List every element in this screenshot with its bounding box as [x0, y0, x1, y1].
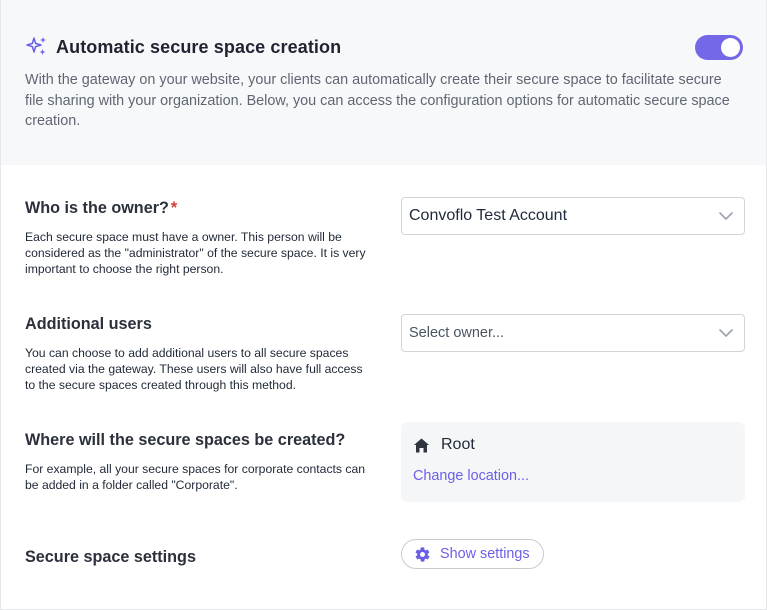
- show-settings-button[interactable]: Show settings: [401, 539, 544, 569]
- chevron-down-icon: [719, 329, 733, 337]
- owner-title-text: Who is the owner?: [25, 199, 169, 217]
- chevron-down-icon: [719, 212, 733, 220]
- additional-users-select[interactable]: Select owner...: [401, 314, 745, 352]
- owner-description: Each secure space must have a owner. Thi…: [25, 230, 366, 276]
- auto-creation-toggle[interactable]: [695, 35, 743, 60]
- secure-space-settings-panel: Automatic secure space creation With the…: [0, 0, 767, 610]
- settings-section: Secure space settings Show settings: [25, 539, 745, 569]
- owner-select-value: Convoflo Test Account: [409, 207, 568, 224]
- owner-section: Who is the owner? * Each secure space mus…: [25, 197, 745, 277]
- header-section: Automatic secure space creation With the…: [1, 0, 766, 165]
- required-mark: *: [170, 199, 178, 217]
- location-description: For example, all your secure spaces for …: [25, 462, 366, 492]
- location-section: Where will the secure spaces be created?…: [25, 422, 745, 502]
- current-location: Root: [413, 436, 733, 454]
- header-description: With the gateway on your website, your c…: [25, 72, 730, 129]
- show-settings-label: Show settings: [440, 546, 530, 562]
- toggle-knob: [721, 38, 740, 57]
- current-folder-name: Root: [441, 436, 475, 453]
- additional-users-placeholder: Select owner...: [409, 325, 505, 341]
- location-box: Root Change location...: [401, 422, 745, 502]
- page-title: Automatic secure space creation: [56, 36, 342, 57]
- header-title-row: Automatic secure space creation: [25, 34, 743, 60]
- settings-title: Secure space settings: [25, 548, 196, 566]
- home-icon: [414, 438, 429, 452]
- sparkles-icon: [26, 37, 46, 55]
- change-location-link[interactable]: Change location...: [413, 468, 529, 484]
- owner-select[interactable]: Convoflo Test Account: [401, 197, 745, 235]
- additional-users-section: Additional users You can choose to add a…: [25, 314, 745, 393]
- additional-users-description: You can choose to add additional users t…: [25, 346, 363, 392]
- gear-icon: [415, 546, 430, 562]
